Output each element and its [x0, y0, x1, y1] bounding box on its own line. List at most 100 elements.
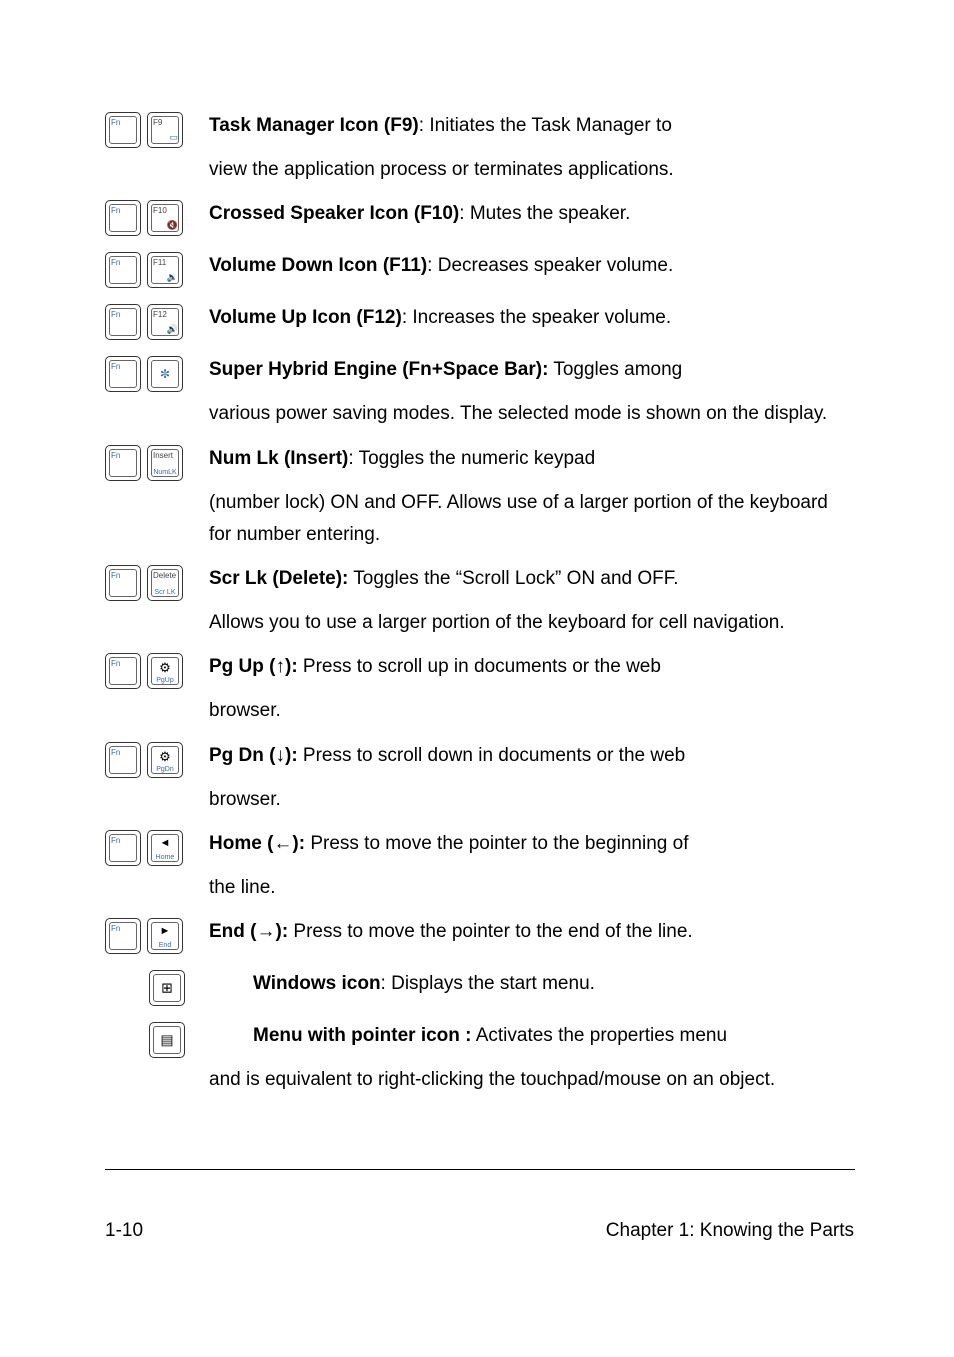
function-key: F9 ▭ — [147, 112, 183, 148]
hotkey-description: Crossed Speaker Icon (F10): Mutes the sp… — [205, 198, 854, 230]
key-label: Fn — [111, 451, 120, 460]
function-key: ✼ — [147, 356, 183, 392]
hotkey-description: Home (←): Press to move the pointer to t… — [205, 828, 854, 860]
arrow-icon: ◄ — [160, 837, 171, 849]
function-key: ►End — [147, 918, 183, 954]
key-icon: 🔇 — [167, 220, 178, 231]
key-icon: ▭ — [169, 132, 178, 143]
key-label: Fn — [111, 206, 120, 215]
key-top-label: F11 — [153, 258, 166, 267]
hotkey-text: Press to move the pointer to the beginni… — [305, 833, 688, 854]
hotkey-text: : Displays the start menu. — [381, 973, 595, 994]
key-top-label: Insert — [153, 451, 173, 460]
fn-key: Fn — [105, 200, 141, 236]
key-pair: Fn ►End — [105, 916, 205, 954]
key-top-label: F12 — [153, 310, 167, 319]
hotkey-description: Num Lk (Insert): Toggles the numeric key… — [205, 443, 854, 475]
fn-key: Fn — [105, 304, 141, 340]
key-label: Fn — [111, 571, 120, 580]
key-icon: 🔉 — [167, 272, 178, 283]
function-key: F10🔇 — [147, 200, 183, 236]
key-pair: Fn ✼ — [105, 354, 205, 392]
key-pair: Fn⚙PgUp — [105, 651, 205, 689]
hotkey-text: : Increases the speaker volume. — [402, 307, 671, 328]
hotkey-label: Pg Up (↑): — [209, 656, 298, 677]
key-icon: 🔊 — [167, 324, 178, 335]
key-label: Fn — [111, 310, 120, 319]
key-bottom-label: Home — [156, 854, 175, 861]
key-pair: Fn F11🔉 — [105, 250, 205, 288]
function-key: ◄ Home — [147, 830, 183, 866]
function-key: ⚙PgDn — [147, 742, 183, 778]
hotkey-text: Toggles the “Scroll Lock” ON and OFF. — [348, 568, 678, 589]
page-number: 1-10 — [105, 1220, 143, 1242]
key-label: Fn — [111, 258, 120, 267]
key-pair: Fn ◄ Home — [105, 828, 205, 866]
fn-key: Fn — [105, 112, 141, 148]
key-pair: Fn ⚙PgDn — [105, 740, 205, 778]
hotkey-text: : Mutes the speaker. — [459, 203, 630, 224]
key-top-label: F10 — [153, 206, 167, 215]
key-label: Fn — [111, 924, 120, 933]
footer-divider — [105, 1169, 855, 1170]
hotkey-continuation: the line. — [209, 872, 854, 904]
key-icon: ✼ — [160, 368, 170, 380]
hotkey-continuation: various power saving modes. The selected… — [209, 398, 854, 430]
hotkey-label: Num Lk (Insert) — [209, 448, 348, 469]
function-key: DeleteScr LK — [147, 565, 183, 601]
key-label: Fn — [111, 362, 120, 371]
hotkey-description: Scr Lk (Delete): Toggles the “Scroll Loc… — [205, 563, 854, 595]
hotkey-row: Fn ►End End (→): Press to move the pointer… — [105, 916, 854, 954]
key-top-label: Delete — [153, 571, 176, 580]
hotkey-text: Toggles among — [548, 359, 682, 380]
fn-key: Fn — [105, 445, 141, 481]
fn-key: Fn — [105, 918, 141, 954]
fn-key: Fn — [105, 830, 141, 866]
gear-icon: ⚙ — [159, 749, 171, 765]
hotkey-continuation: browser. — [209, 695, 854, 727]
hotkey-label: Windows icon — [253, 973, 381, 994]
hotkey-row: Fn Insert NumLK Num Lk (Insert): Toggles th… — [105, 443, 854, 481]
function-key: ⚙PgUp — [147, 653, 183, 689]
hotkey-continuation: view the application process or terminat… — [209, 154, 854, 186]
key-label: Fn — [111, 748, 120, 757]
hotkey-row: Fn F10🔇 Crossed Speaker Icon (F10): Mutes … — [105, 198, 854, 236]
hotkey-description: Volume Up Icon (F12): Increases the spea… — [205, 302, 854, 334]
fn-key: Fn — [105, 252, 141, 288]
key-pair: Fn F12🔊 — [105, 302, 205, 340]
hotkey-description: Menu with pointer icon : Activates the p… — [249, 1020, 854, 1052]
hotkey-text: Press to move the pointer to the end of … — [288, 921, 693, 942]
key-pair: Fn Insert NumLK — [105, 443, 205, 481]
hotkey-row: Fn⚙PgUpPg Up (↑): Press to scroll up in … — [105, 651, 854, 689]
key-label: Fn — [111, 118, 120, 127]
arrow-icon: ► — [160, 925, 171, 937]
hotkey-description: Pg Dn (↓): Press to scroll down in docum… — [205, 740, 854, 772]
hotkey-text: Press to scroll down in documents or the… — [298, 745, 686, 766]
hotkey-label: End (→): — [209, 921, 288, 942]
hotkey-text: : Initiates the Task Manager to — [419, 115, 672, 136]
fn-key: Fn — [105, 653, 141, 689]
hotkey-text: : Toggles the numeric keypad — [348, 448, 595, 469]
hotkey-label: Home (←): — [209, 833, 305, 854]
key-pair: Fn F10🔇 — [105, 198, 205, 236]
key-bottom-label: NumLK — [153, 469, 176, 476]
hotkey-label: Menu with pointer icon : — [253, 1025, 471, 1046]
page-footer: 1-10 Chapter 1: Knowing the Parts — [0, 1200, 954, 1302]
hotkey-row: ⊞ Windows icon: Displays the start menu. — [105, 968, 854, 1006]
key-pair: Fn F9 ▭ — [105, 110, 205, 148]
hotkey-label: Pg Dn (↓): — [209, 745, 298, 766]
key-top-label: F9 — [153, 118, 162, 127]
hotkey-label: Super Hybrid Engine (Fn+Space Bar): — [209, 359, 548, 380]
hotkey-row: Fn ⚙PgDn Pg Dn (↓): Press to scroll down i… — [105, 740, 854, 778]
key-pair: Fn DeleteScr LK — [105, 563, 205, 601]
key-icon: ▤ — [160, 1032, 173, 1049]
hotkey-row: Fn DeleteScr LK Scr Lk (Delete): Toggles t… — [105, 563, 854, 601]
rows-container: FnF9▭Task Manager Icon (F9): Initiates t… — [105, 110, 854, 1097]
key-label: Fn — [111, 836, 120, 845]
key-pair: ▤ — [105, 1020, 249, 1058]
hotkey-description: Windows icon: Displays the start menu. — [249, 968, 854, 1000]
fn-key: Fn — [105, 356, 141, 392]
single-key: ⊞ — [149, 970, 185, 1006]
fn-key: Fn — [105, 742, 141, 778]
hotkey-description: Volume Down Icon (F11): Decreases speake… — [205, 250, 854, 282]
